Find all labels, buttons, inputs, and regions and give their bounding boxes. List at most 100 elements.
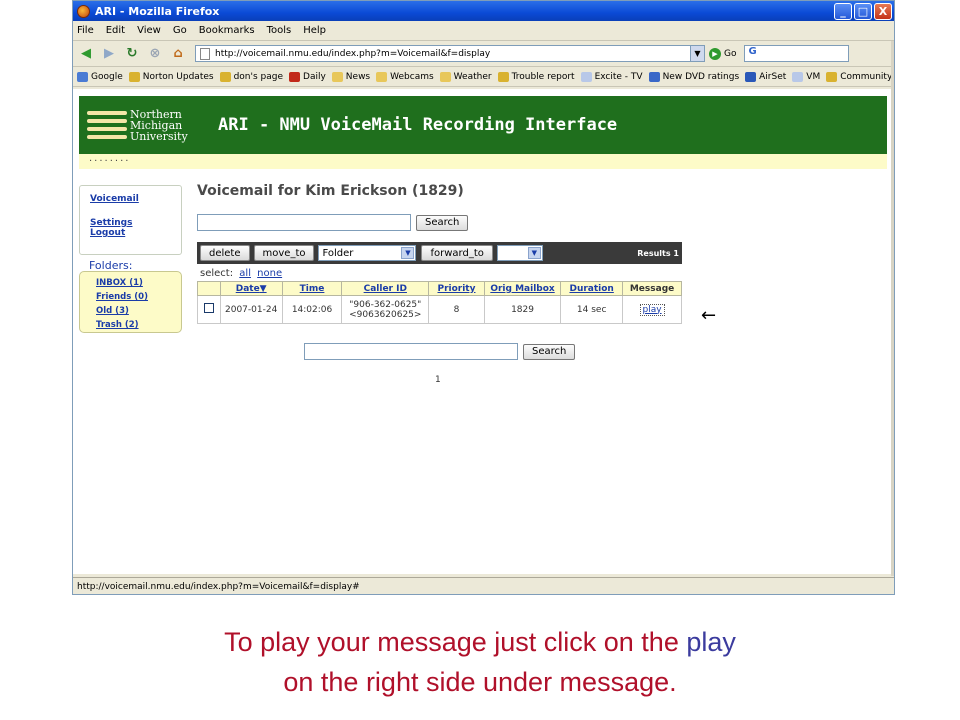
scrollbar[interactable]: [891, 41, 894, 576]
bookmark-item[interactable]: Google: [77, 71, 123, 82]
maximize-button[interactable]: □: [854, 2, 872, 20]
menu-help[interactable]: Help: [303, 25, 326, 36]
top-search-button[interactable]: Search: [416, 214, 469, 231]
url-text: http://voicemail.nmu.edu/index.php?m=Voi…: [215, 48, 491, 59]
bookmark-item[interactable]: Daily: [289, 71, 326, 82]
select-none-link[interactable]: none: [257, 268, 282, 279]
menu-tools[interactable]: Tools: [267, 25, 292, 36]
folder-select[interactable]: Folder ▼: [318, 245, 417, 261]
menu-bookmarks[interactable]: Bookmarks: [199, 25, 255, 36]
bookmark-icon: [376, 71, 388, 82]
forward-arrow-icon[interactable]: ▶: [100, 45, 118, 63]
menu-view[interactable]: View: [137, 25, 161, 36]
page-title: Voicemail for Kim Erickson (1829): [197, 183, 464, 199]
header-duration[interactable]: Duration: [560, 281, 624, 296]
search-box[interactable]: G: [744, 45, 850, 62]
row-checkbox[interactable]: [203, 303, 214, 313]
forward-select[interactable]: ▼: [496, 245, 543, 261]
bookmark-label: Trouble report: [511, 71, 575, 82]
bookmark-icon: [439, 71, 451, 82]
bookmark-label: Community for Avaya...: [840, 71, 894, 82]
header-date[interactable]: Date▼: [219, 281, 283, 296]
bookmark-label: don's page: [233, 71, 284, 82]
menu-file[interactable]: File: [77, 25, 94, 36]
go-icon: ▶: [709, 47, 721, 60]
logo-text: Northern Michigan University: [130, 107, 188, 143]
voicemail-table: Date▼ Time Caller ID Priority Orig Mailb…: [197, 281, 682, 324]
folder-trash[interactable]: Trash (2): [96, 320, 139, 330]
folder-old[interactable]: Old (3): [96, 306, 129, 316]
bookmark-item[interactable]: News: [331, 71, 370, 82]
header-caller-id[interactable]: Caller ID: [341, 281, 430, 296]
top-search-input[interactable]: [197, 214, 411, 231]
bookmark-item[interactable]: AirSet: [745, 71, 786, 82]
bookmark-item[interactable]: Excite - TV: [580, 71, 643, 82]
bookmark-icon: [648, 71, 660, 82]
bottom-search-button[interactable]: Search: [523, 343, 576, 360]
bookmark-icon: [792, 71, 804, 82]
menu-bar: File Edit View Go Bookmarks Tools Help: [73, 21, 894, 41]
select-label: select:: [200, 268, 234, 279]
bookmark-item[interactable]: Norton Updates: [128, 71, 214, 82]
folder-inbox[interactable]: INBOX (1): [96, 278, 143, 288]
close-button[interactable]: X: [874, 2, 892, 20]
sidebar-settings-link[interactable]: Settings: [90, 218, 132, 228]
waves-icon: [87, 107, 127, 143]
home-icon[interactable]: ⌂: [169, 45, 187, 63]
go-button[interactable]: ▶ Go: [709, 47, 736, 60]
bookmark-item[interactable]: VM: [792, 71, 820, 82]
firefox-icon: [77, 4, 90, 18]
move-to-button[interactable]: move_to: [253, 245, 315, 261]
menu-go[interactable]: Go: [173, 25, 187, 36]
header-checkbox-column: [197, 281, 221, 296]
url-dropdown-icon[interactable]: ▼: [690, 46, 704, 61]
bookmark-item[interactable]: Trouble report: [497, 71, 575, 82]
navigation-toolbar: ◀ ▶ ↻ ⊗ ⌂ http://voicemail.nmu.edu/index…: [73, 41, 894, 67]
browser-window: ARI - Mozilla Firefox _ □ X File Edit Vi…: [72, 0, 895, 595]
main-content: Voicemail for Kim Erickson (1829) Search…: [197, 183, 757, 324]
bookmark-item[interactable]: Community for Avaya...: [826, 71, 894, 82]
bookmarks-toolbar: Google Norton Updates don's page Daily News W…: [73, 67, 894, 87]
cell-time: 14:02:06: [281, 295, 343, 324]
window-title: ARI - Mozilla Firefox: [95, 4, 220, 18]
page-number: 1: [435, 375, 441, 385]
stop-icon[interactable]: ⊗: [146, 45, 164, 63]
pointer-arrow-icon: ←: [701, 305, 717, 326]
menu-edit[interactable]: Edit: [106, 25, 125, 36]
bookmark-label: Google: [91, 71, 123, 82]
page-icon: [200, 47, 210, 60]
select-all-link[interactable]: all: [239, 268, 251, 279]
bookmark-item[interactable]: New DVD ratings: [648, 71, 739, 82]
folder-friends[interactable]: Friends (0): [96, 292, 148, 302]
sidebar-voicemail-link[interactable]: Voicemail: [90, 194, 139, 204]
top-search-row: Search: [197, 214, 757, 231]
delete-button[interactable]: delete: [200, 245, 250, 261]
forward-to-button[interactable]: forward_to: [421, 245, 493, 261]
play-link[interactable]: play: [639, 303, 665, 316]
reload-icon[interactable]: ↻: [123, 45, 141, 63]
cell-date: 2007-01-24: [219, 295, 283, 324]
chevron-down-icon: ▼: [527, 247, 541, 259]
bookmark-label: Norton Updates: [142, 71, 214, 82]
header-orig-mailbox[interactable]: Orig Mailbox: [483, 281, 562, 296]
status-bar: http://voicemail.nmu.edu/index.php?m=Voi…: [73, 577, 894, 594]
bottom-search-row: Search: [304, 343, 576, 360]
sidebar-logout-link[interactable]: Logout: [90, 228, 125, 238]
bookmark-icon: [826, 71, 838, 82]
header-time[interactable]: Time: [281, 281, 343, 296]
slide-caption: To play your message just click on the p…: [224, 627, 736, 697]
cell-priority: 8: [428, 295, 485, 324]
header-priority[interactable]: Priority: [428, 281, 485, 296]
bookmark-item[interactable]: Weather: [439, 71, 492, 82]
back-arrow-icon[interactable]: ◀: [77, 45, 95, 63]
bookmark-icon: [580, 71, 592, 82]
bottom-search-input[interactable]: [304, 343, 518, 360]
minimize-button[interactable]: _: [834, 2, 852, 20]
header-title: ARI - NMU VoiceMail Recording Interface: [218, 115, 618, 135]
cell-duration: 14 sec: [560, 295, 624, 324]
table-header-row: Date▼ Time Caller ID Priority Orig Mailb…: [197, 281, 682, 296]
caption-play-word: play: [686, 627, 736, 657]
bookmark-item[interactable]: Webcams: [376, 71, 434, 82]
url-bar[interactable]: http://voicemail.nmu.edu/index.php?m=Voi…: [195, 45, 705, 62]
bookmark-item[interactable]: don's page: [219, 71, 284, 82]
